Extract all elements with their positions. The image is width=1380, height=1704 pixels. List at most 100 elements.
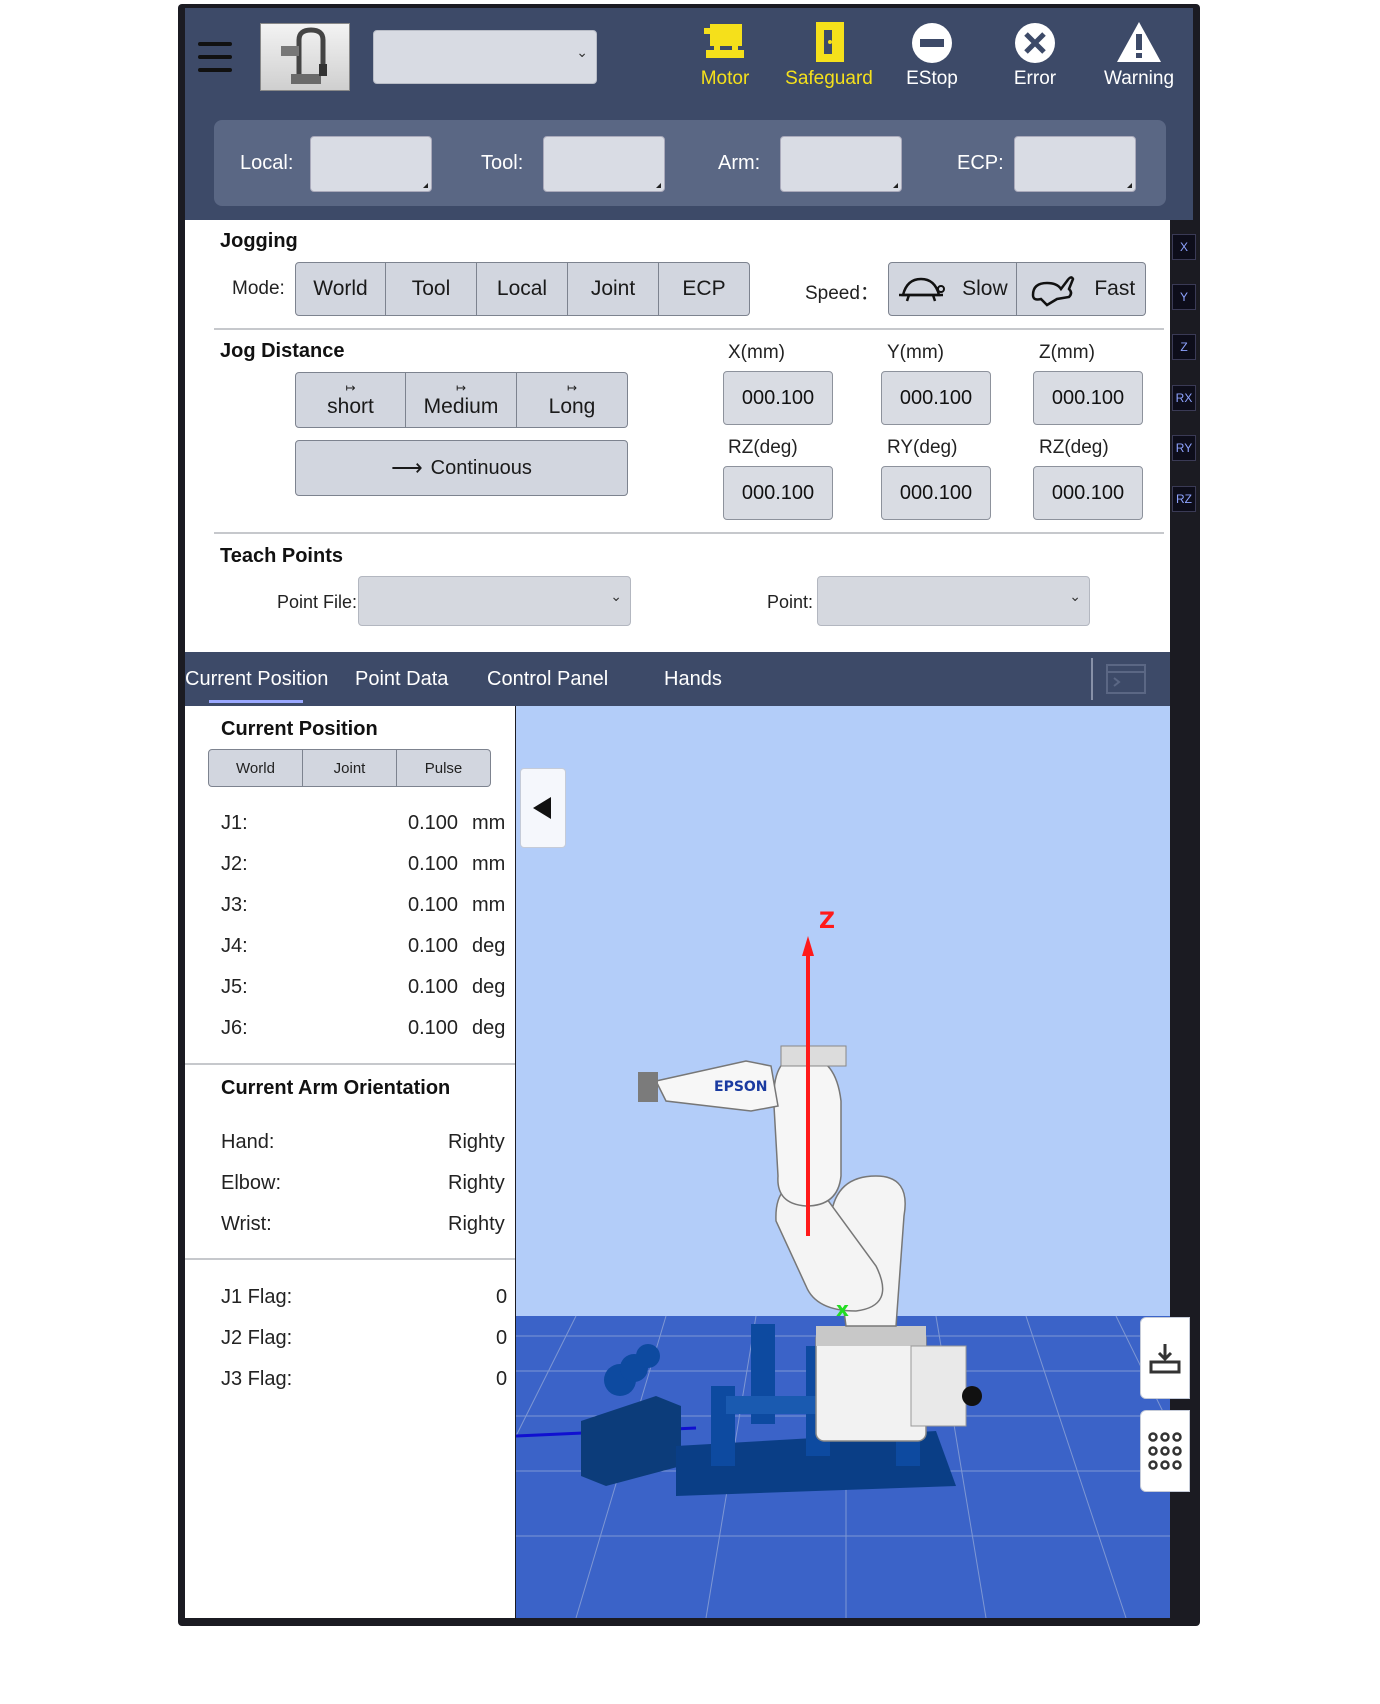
chevron-down-icon: ⌄ xyxy=(610,589,622,605)
warning-icon xyxy=(1117,22,1161,62)
safeguard-label: Safeguard xyxy=(785,68,873,89)
tab-point-data[interactable]: Point Data xyxy=(355,668,448,691)
chevron-down-icon: ⌄ xyxy=(1069,589,1081,605)
hamburger-menu-icon[interactable] xyxy=(198,42,232,72)
estop-icon xyxy=(912,23,952,63)
mode-local-button[interactable]: Local xyxy=(477,262,568,316)
jog-distance-title: Jog Distance xyxy=(220,340,345,362)
arrow-right-icon: ⟶ xyxy=(391,455,423,480)
joint-j6-value: 0.100 xyxy=(408,1017,459,1039)
current-position-title: Current Position xyxy=(221,718,378,740)
point-label: Point: xyxy=(767,592,814,612)
motor-icon xyxy=(704,24,744,58)
side-axis-x[interactable]: X xyxy=(1172,234,1196,260)
safeguard-status[interactable]: Safeguard xyxy=(781,20,877,96)
jogging-title: Jogging xyxy=(220,230,298,252)
console-icon[interactable] xyxy=(1106,664,1146,698)
local-field[interactable] xyxy=(310,136,432,192)
side-axis-z[interactable]: Z xyxy=(1172,334,1196,360)
mode-label: Mode: xyxy=(232,278,285,299)
joint-j2-unit: mm xyxy=(472,853,506,875)
chevron-down-icon: ⌄ xyxy=(576,45,588,61)
warning-status[interactable]: Warning xyxy=(1091,20,1187,96)
mode-ecp-button[interactable]: ECP xyxy=(659,262,750,316)
active-tab-indicator xyxy=(209,700,303,703)
ry-deg-label: RY(deg) xyxy=(887,437,958,458)
estop-label: EStop xyxy=(906,68,958,89)
point-select[interactable]: ⌄ xyxy=(817,576,1090,626)
estop-status[interactable]: EStop xyxy=(884,20,980,96)
joint-j6-name: J6: xyxy=(221,1017,248,1039)
mode-joint-button[interactable]: Joint xyxy=(568,262,659,316)
divider xyxy=(185,1258,515,1260)
ecp-label: ECP: xyxy=(957,152,1004,174)
step-medium-label: Medium xyxy=(423,395,499,418)
speed-label: Speed： xyxy=(805,283,879,304)
x-mm-input[interactable]: 000.100 xyxy=(723,371,833,425)
robot-3d-viewport[interactable]: EPSON Z x xyxy=(516,706,1170,1618)
divider xyxy=(214,328,1164,330)
grid-menu-button[interactable] xyxy=(1140,1410,1190,1492)
side-axis-ry[interactable]: RY xyxy=(1172,435,1196,461)
flag-j2-name: J2 Flag: xyxy=(221,1327,293,1349)
z-axis-label: Z xyxy=(819,909,835,934)
position-joint-button[interactable]: Joint xyxy=(303,749,397,787)
step-medium-button[interactable]: ↦ Medium xyxy=(406,372,517,428)
joint-j3-name: J3: xyxy=(221,894,248,916)
ry-deg-input[interactable]: 000.100 xyxy=(881,466,991,520)
arm-orientation-title: Current Arm Orientation xyxy=(221,1077,451,1099)
y-mm-label: Y(mm) xyxy=(887,342,944,363)
triangle-left-icon xyxy=(533,797,551,819)
tab-separator xyxy=(1091,658,1093,700)
ecp-field[interactable] xyxy=(1014,136,1136,192)
joint-j1-value: 0.100 xyxy=(408,812,459,834)
side-axis-rz[interactable]: RZ xyxy=(1172,486,1196,512)
rz-deg-input[interactable]: 000.100 xyxy=(723,466,833,520)
step-short-button[interactable]: ↦ short xyxy=(295,372,406,428)
orientation-wrist-name: Wrist: xyxy=(221,1213,272,1235)
orientation-elbow-value: Righty xyxy=(448,1172,505,1194)
joint-j2-value: 0.100 xyxy=(408,853,459,875)
orientation-wrist-value: Righty xyxy=(448,1213,505,1235)
step-long-icon: ↦ xyxy=(566,381,578,395)
tool-field[interactable] xyxy=(543,136,665,192)
motor-status[interactable]: Motor xyxy=(677,20,773,96)
joint-j4-unit: deg xyxy=(472,935,506,957)
error-status[interactable]: Error xyxy=(987,20,1083,96)
position-world-button[interactable]: World xyxy=(208,749,303,787)
z-mm-label: Z(mm) xyxy=(1039,342,1095,363)
speed-fast-button[interactable]: Fast xyxy=(1017,262,1146,316)
download-button[interactable] xyxy=(1140,1317,1190,1399)
flag-j3-value: 0 xyxy=(496,1368,508,1390)
turtle-icon xyxy=(899,277,946,302)
y-mm-input[interactable]: 000.100 xyxy=(881,371,991,425)
tab-hands[interactable]: Hands xyxy=(664,668,722,691)
point-file-select[interactable]: ⌄ xyxy=(358,576,631,626)
safeguard-icon xyxy=(816,22,844,62)
rz-deg-label: RZ(deg) xyxy=(728,437,798,458)
tab-current-position[interactable]: Current Position xyxy=(185,668,328,691)
collapse-panel-button[interactable] xyxy=(520,768,566,848)
arm-field[interactable] xyxy=(780,136,902,192)
rz-deg-input-2[interactable]: 000.100 xyxy=(1033,466,1143,520)
joint-j3-unit: mm xyxy=(472,894,506,916)
speed-slow-button[interactable]: Slow xyxy=(888,262,1017,316)
continuous-button[interactable]: ⟶ Continuous xyxy=(295,440,628,496)
download-icon xyxy=(1149,1344,1181,1374)
robot-select[interactable]: ⌄ xyxy=(373,30,597,84)
z-mm-input[interactable]: 000.100 xyxy=(1033,371,1143,425)
local-label: Local: xyxy=(240,152,294,174)
robot-thumbnail[interactable] xyxy=(260,23,350,91)
position-pulse-button[interactable]: Pulse xyxy=(397,749,491,787)
mode-tool-button[interactable]: Tool xyxy=(386,262,477,316)
grid-dots-icon xyxy=(1148,1432,1182,1470)
step-long-button[interactable]: ↦ Long xyxy=(517,372,628,428)
orientation-elbow-name: Elbow: xyxy=(221,1172,282,1194)
mode-world-button[interactable]: World xyxy=(295,262,386,316)
side-axis-y[interactable]: Y xyxy=(1172,284,1196,310)
tab-control-panel[interactable]: Control Panel xyxy=(487,668,608,691)
svg-text:x: x xyxy=(836,1297,849,1321)
joint-j5-unit: deg xyxy=(472,976,506,998)
side-axis-rx[interactable]: RX xyxy=(1172,385,1196,411)
step-long-label: Long xyxy=(548,395,596,418)
